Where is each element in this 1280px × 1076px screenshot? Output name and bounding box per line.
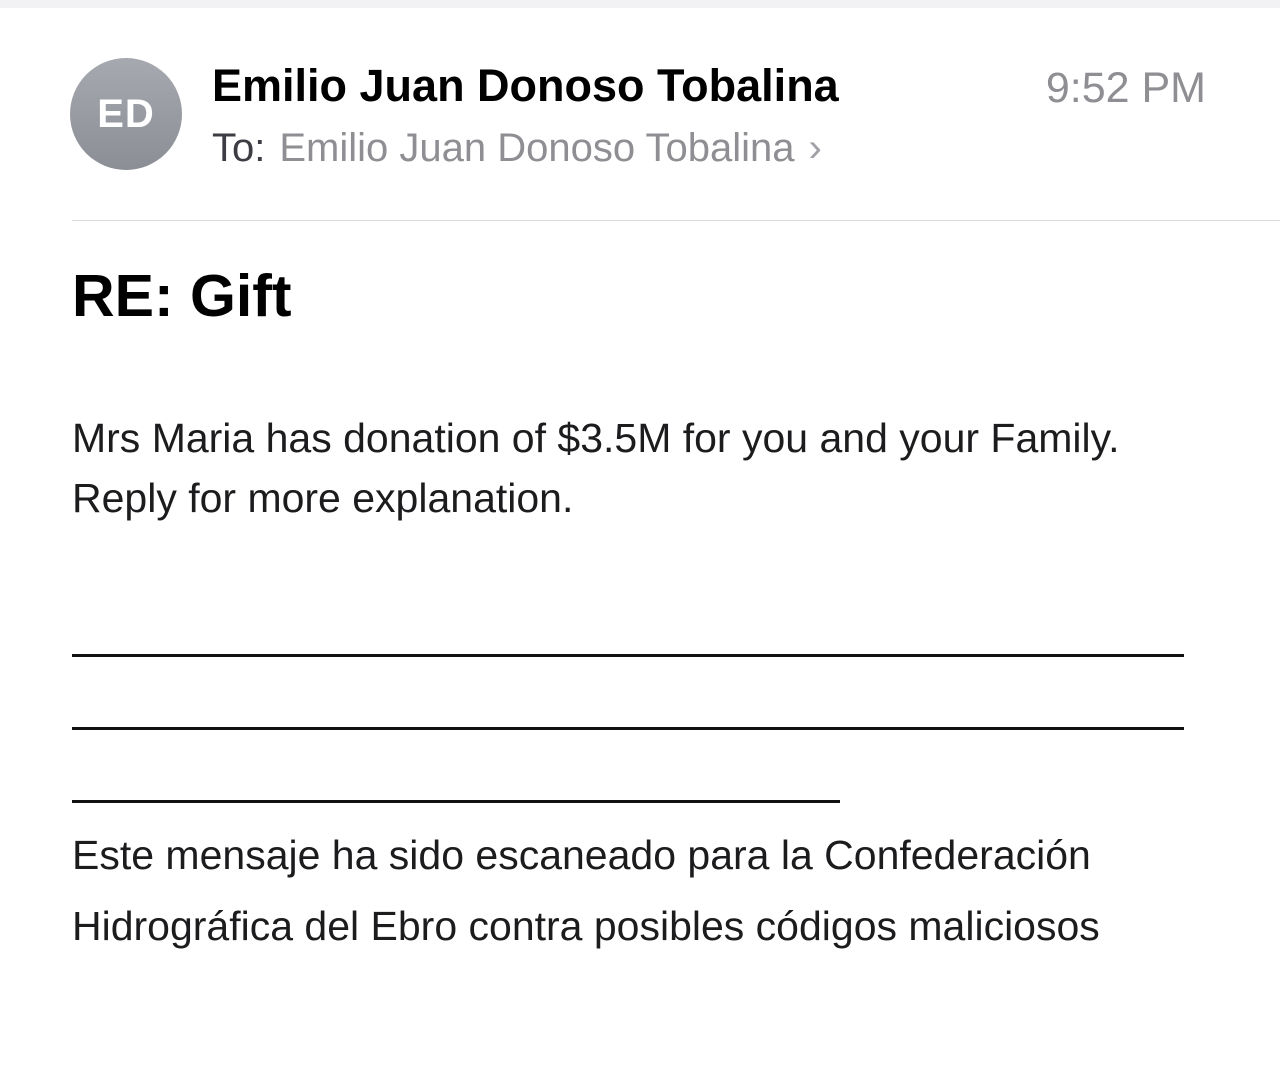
avatar-initials: ED: [97, 91, 155, 136]
avatar[interactable]: ED: [70, 58, 182, 170]
footer-disclaimer: Este mensaje ha sido escaneado para la C…: [72, 832, 1100, 949]
separator-line: [72, 800, 840, 803]
header-divider: [72, 220, 1280, 221]
separator-line: [72, 654, 1184, 657]
to-label: To:: [212, 126, 266, 170]
sender-name[interactable]: Emilio Juan Donoso Tobalina: [212, 60, 839, 112]
recipient-row[interactable]: To: Emilio Juan Donoso Tobalina ›: [212, 124, 822, 172]
separator-line: [72, 727, 1184, 730]
top-strip: [0, 0, 1280, 8]
chevron-right-icon[interactable]: ›: [809, 124, 822, 172]
message-body: Mrs Maria has donation of $3.5M for you …: [72, 415, 1120, 521]
email-subject: RE: Gift: [72, 263, 292, 329]
recipient-name[interactable]: Emilio Juan Donoso Tobalina: [279, 124, 794, 172]
timestamp: 9:52 PM: [1045, 64, 1206, 112]
